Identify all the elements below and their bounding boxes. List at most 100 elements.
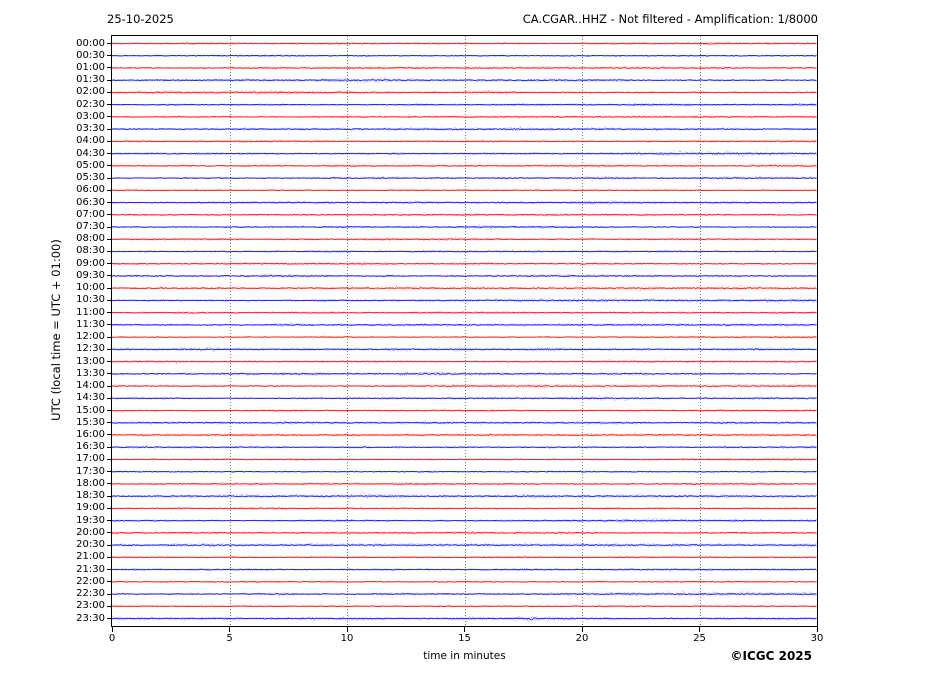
ytick-label-1130: 11:30 — [20, 319, 105, 331]
ytick-label-2130: 21:30 — [20, 564, 105, 576]
ytick-mark — [107, 116, 112, 117]
ytick-label-1600: 16:00 — [20, 429, 105, 441]
ytick-mark — [107, 251, 112, 252]
ytick-label-0500: 05:00 — [20, 160, 105, 172]
ytick-label-1000: 10:00 — [20, 282, 105, 294]
ytick-mark — [107, 373, 112, 374]
xtick-label-10: 10 — [327, 633, 367, 645]
ytick-mark — [107, 422, 112, 423]
ytick-label-0900: 09:00 — [20, 258, 105, 270]
ytick-mark — [107, 398, 112, 399]
ytick-mark — [107, 337, 112, 338]
ytick-mark — [107, 55, 112, 56]
ytick-mark — [107, 67, 112, 68]
xtick-label-15: 15 — [445, 633, 485, 645]
seismogram-figure: 25-10-2025 CA.CGAR..HHZ - Not filtered -… — [0, 0, 927, 696]
ytick-label-2100: 21:00 — [20, 551, 105, 563]
ytick-label-0930: 09:30 — [20, 270, 105, 282]
xtick-mark — [347, 627, 348, 632]
ytick-label-2300: 23:00 — [20, 600, 105, 612]
xtick-label-30: 30 — [797, 633, 837, 645]
ytick-mark — [107, 361, 112, 362]
ytick-mark — [107, 324, 112, 325]
ytick-label-0530: 05:30 — [20, 172, 105, 184]
ytick-mark — [107, 410, 112, 411]
ytick-label-0230: 02:30 — [20, 99, 105, 111]
ytick-mark — [107, 447, 112, 448]
xtick-label-25: 25 — [680, 633, 720, 645]
ytick-mark — [107, 190, 112, 191]
ytick-label-2230: 22:30 — [20, 588, 105, 600]
ytick-label-2330: 23:30 — [20, 613, 105, 625]
ytick-mark — [107, 275, 112, 276]
ytick-mark — [107, 202, 112, 203]
ytick-mark — [107, 92, 112, 93]
xtick-label-20: 20 — [562, 633, 602, 645]
ytick-mark — [107, 483, 112, 484]
ytick-mark — [107, 239, 112, 240]
ytick-mark — [107, 141, 112, 142]
ytick-mark — [107, 104, 112, 105]
ytick-mark — [107, 459, 112, 460]
ytick-mark — [107, 43, 112, 44]
ytick-label-0100: 01:00 — [20, 62, 105, 74]
ytick-mark — [107, 312, 112, 313]
ytick-label-0300: 03:00 — [20, 111, 105, 123]
ytick-mark — [107, 214, 112, 215]
ytick-label-0830: 08:30 — [20, 245, 105, 257]
ytick-mark — [107, 520, 112, 521]
ytick-mark — [107, 581, 112, 582]
ytick-label-1930: 19:30 — [20, 515, 105, 527]
ytick-label-0730: 07:30 — [20, 221, 105, 233]
ytick-label-1830: 18:30 — [20, 490, 105, 502]
date-label: 25-10-2025 — [107, 12, 174, 26]
xtick-label-5: 5 — [210, 633, 250, 645]
ytick-label-2030: 20:30 — [20, 539, 105, 551]
ytick-mark — [107, 434, 112, 435]
ytick-mark — [107, 178, 112, 179]
x-axis-title: time in minutes — [112, 650, 817, 662]
ytick-mark — [107, 471, 112, 472]
ytick-label-2200: 22:00 — [20, 576, 105, 588]
ytick-mark — [107, 618, 112, 619]
ytick-label-1230: 12:30 — [20, 343, 105, 355]
ytick-mark — [107, 80, 112, 81]
ytick-label-1330: 13:30 — [20, 368, 105, 380]
ytick-mark — [107, 153, 112, 154]
xtick-mark — [229, 627, 230, 632]
ytick-label-1630: 16:30 — [20, 441, 105, 453]
ytick-label-0130: 01:30 — [20, 74, 105, 86]
plot-area — [111, 35, 818, 627]
ytick-mark — [107, 288, 112, 289]
ytick-label-1900: 19:00 — [20, 502, 105, 514]
ytick-label-2000: 20:00 — [20, 527, 105, 539]
ytick-label-1030: 10:30 — [20, 294, 105, 306]
ytick-mark — [107, 496, 112, 497]
ytick-mark — [107, 557, 112, 558]
ytick-label-1430: 14:30 — [20, 392, 105, 404]
ytick-label-0030: 00:30 — [20, 50, 105, 62]
ytick-mark — [107, 508, 112, 509]
ytick-label-0800: 08:00 — [20, 233, 105, 245]
plot-title: CA.CGAR..HHZ - Not filtered - Amplificat… — [523, 12, 818, 26]
ytick-label-1800: 18:00 — [20, 478, 105, 490]
trace-canvas — [112, 36, 817, 626]
xtick-mark — [464, 627, 465, 632]
xtick-mark — [699, 627, 700, 632]
ytick-label-0700: 07:00 — [20, 209, 105, 221]
xtick-label-0: 0 — [92, 633, 132, 645]
ytick-label-0400: 04:00 — [20, 135, 105, 147]
ytick-label-0200: 02:00 — [20, 86, 105, 98]
xtick-mark — [582, 627, 583, 632]
ytick-label-1500: 15:00 — [20, 405, 105, 417]
ytick-label-1100: 11:00 — [20, 307, 105, 319]
ytick-label-0000: 00:00 — [20, 38, 105, 50]
ytick-label-1530: 15:30 — [20, 417, 105, 429]
ytick-label-0330: 03:30 — [20, 123, 105, 135]
ytick-mark — [107, 569, 112, 570]
xtick-mark — [817, 627, 818, 632]
ytick-mark — [107, 349, 112, 350]
ytick-label-1200: 12:00 — [20, 331, 105, 343]
ytick-mark — [107, 606, 112, 607]
ytick-mark — [107, 532, 112, 533]
